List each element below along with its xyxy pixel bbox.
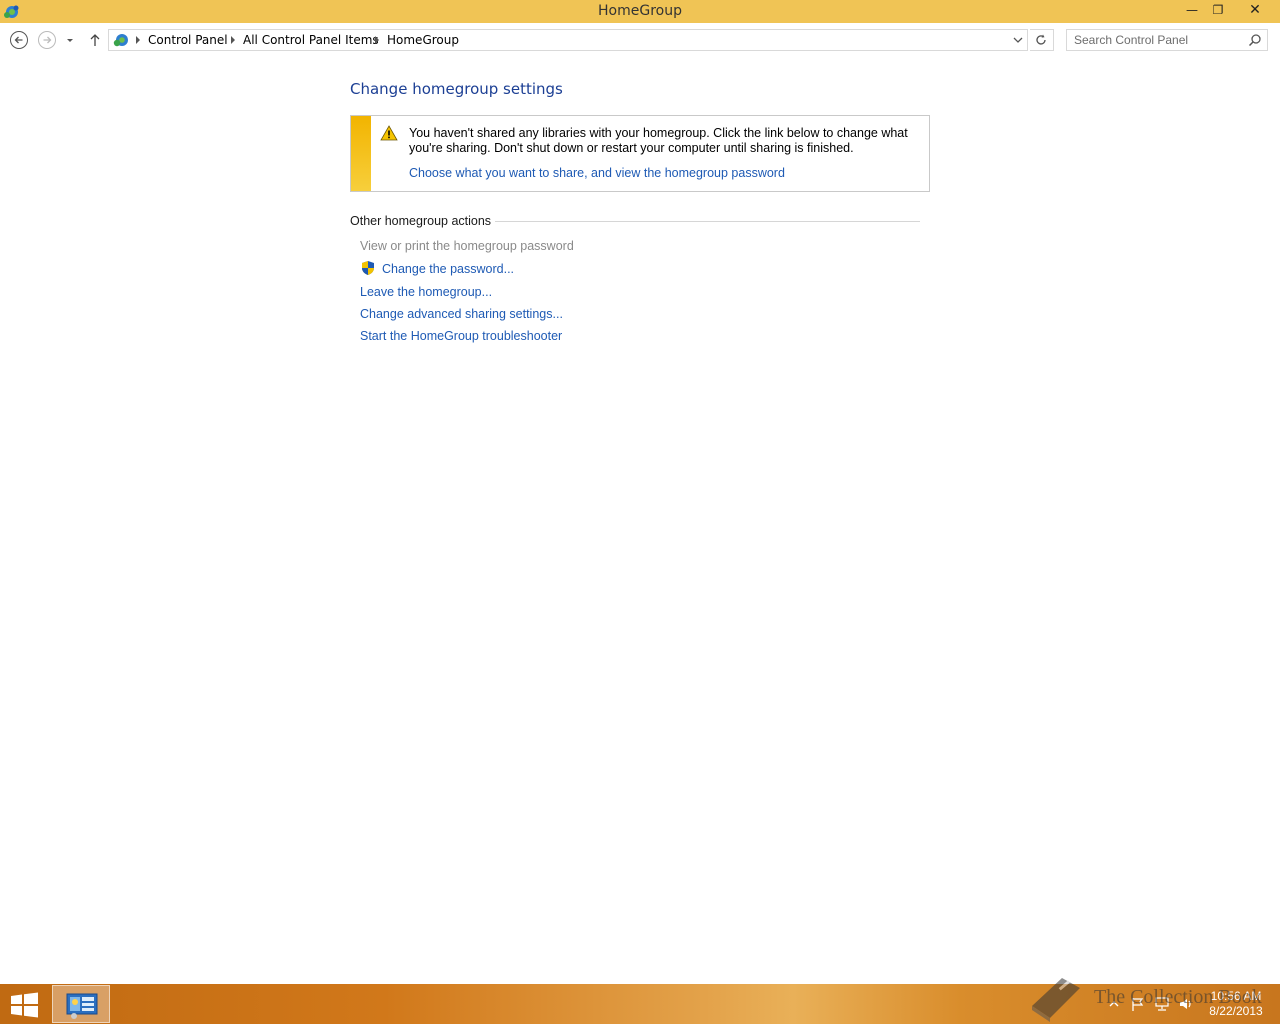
address-dropdown-chevron-icon[interactable] [1011,33,1025,47]
restore-button[interactable]: ❐ [1204,0,1232,21]
page-title: Change homegroup settings [350,80,563,98]
address-bar[interactable]: Control Panel All Control Panel Items Ho… [108,29,1028,51]
recent-locations-chevron-icon[interactable] [63,30,77,50]
view-print-password-link: View or print the homegroup password [360,239,574,253]
breadcrumb-separator-icon[interactable] [230,36,236,44]
warning-stripe [351,116,371,191]
up-arrow-icon[interactable] [85,30,105,50]
navigation-bar: Control Panel All Control Panel Items Ho… [0,23,1280,59]
breadcrumb-separator-icon[interactable] [374,36,380,44]
window-title: HomeGroup [598,3,682,19]
refresh-button[interactable] [1030,29,1054,51]
warning-message: You haven't shared any libraries with yo… [409,126,908,155]
forward-arrow-icon[interactable] [37,30,57,50]
breadcrumb-separator-icon[interactable] [135,36,141,44]
other-actions-section: Other homegroup actions [350,214,920,230]
control-panel-icon [66,993,98,1019]
homegroup-troubleshooter-link[interactable]: Start the HomeGroup troubleshooter [360,329,562,343]
warning-panel: You haven't shared any libraries with yo… [350,115,930,192]
breadcrumb-all-control-panel-items[interactable]: All Control Panel Items [243,33,379,47]
breadcrumb-control-panel[interactable]: Control Panel [148,33,228,47]
change-password-link[interactable]: Change the password... [382,262,514,276]
back-arrow-icon[interactable] [9,30,29,50]
title-bar: HomeGroup — ❐ ✕ [0,0,1280,23]
leave-homegroup-link[interactable]: Leave the homegroup... [360,285,492,299]
close-button[interactable]: ✕ [1232,0,1278,21]
book-icon [1032,978,1080,1022]
windows-start-icon[interactable] [8,992,40,1018]
search-icon[interactable] [1248,33,1262,47]
refresh-icon [1036,34,1046,45]
control-panel-icon [113,34,128,47]
search-input[interactable] [1067,30,1243,50]
search-box[interactable] [1066,29,1268,51]
section-heading: Other homegroup actions [350,214,496,228]
change-advanced-sharing-link[interactable]: Change advanced sharing settings... [360,307,563,321]
choose-what-to-share-link[interactable]: Choose what you want to share, and view … [409,166,785,180]
watermark-text: The Collection Book [1094,986,1262,1008]
uac-shield-icon [362,261,374,275]
breadcrumb-homegroup[interactable]: HomeGroup [387,33,459,47]
watermark: The Collection Book [1028,976,1278,1024]
warning-icon [380,125,398,141]
minimize-button[interactable]: — [1178,0,1206,21]
taskbar-control-panel-button[interactable] [52,985,110,1023]
